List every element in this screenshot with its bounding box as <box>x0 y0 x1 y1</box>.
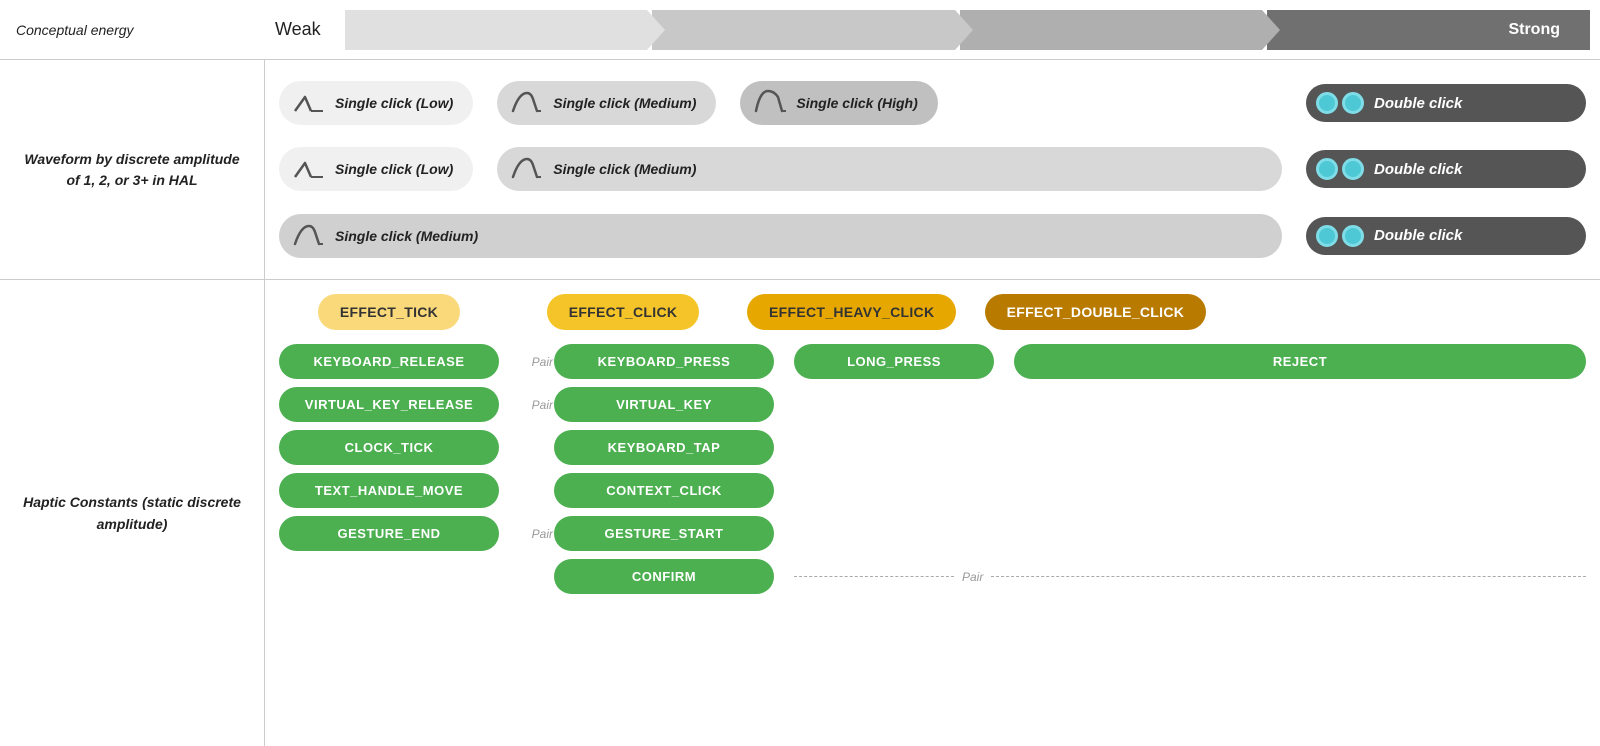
pill-high-1[interactable]: Single click (High) <box>740 81 937 125</box>
dc-dot-2b <box>1342 158 1364 180</box>
effect-row: EFFECT_TICK EFFECT_CLICK EFFECT_HEAVY_CL… <box>279 294 1586 330</box>
effect-click[interactable]: EFFECT_CLICK <box>547 294 700 330</box>
dc-dot-1a <box>1316 92 1338 114</box>
low-icon-1 <box>291 89 327 117</box>
haptic-constants-grid: KEYBOARD_RELEASE Pair VIRTUAL_KEY_RELEAS… <box>279 344 1586 551</box>
left-labels: Waveform by discrete amplitude of 1, 2, … <box>0 60 265 746</box>
weak-label: Weak <box>275 19 321 40</box>
pair-label-3: Pair <box>532 527 553 541</box>
dc-label-3: Double click <box>1374 227 1462 244</box>
gesture-end[interactable]: GESTURE_END <box>279 516 499 551</box>
waveform-label: Waveform by discrete amplitude of 1, 2, … <box>16 149 248 191</box>
energy-label: Conceptual energy <box>16 22 134 38</box>
haptic-label-area: Haptic Constants (static discrete amplit… <box>0 280 264 746</box>
dc-dots-1 <box>1316 92 1364 114</box>
body-container: Waveform by discrete amplitude of 1, 2, … <box>0 60 1600 746</box>
long-press[interactable]: LONG_PRESS <box>794 344 994 379</box>
haptic-col-4: REJECT <box>1014 344 1586 379</box>
high-icon-1 <box>752 89 788 117</box>
dc-pill-2[interactable]: Double click <box>1306 150 1586 188</box>
dashed-line-confirm-2 <box>991 576 1586 577</box>
label-high-1: Single click (High) <box>796 95 917 111</box>
pair-label-2: Pair <box>532 398 553 412</box>
energy-label-col: Conceptual energy <box>0 14 265 46</box>
pair-connector-confirm: Pair <box>794 570 1586 584</box>
gesture-start[interactable]: GESTURE_START <box>554 516 774 551</box>
pill-medium-3[interactable]: Single click (Medium) <box>279 214 1282 258</box>
segment-4: Strong <box>1267 10 1590 50</box>
haptic-col-3: LONG_PRESS <box>794 344 994 379</box>
energy-row: Conceptual energy Weak Strong <box>0 0 1600 60</box>
medium-icon-1 <box>509 89 545 117</box>
confirm-row: CONFIRM Pair <box>554 559 1586 594</box>
segment-1 <box>345 10 648 50</box>
segment-3 <box>960 10 1263 50</box>
dc-pill-1[interactable]: Double click <box>1306 84 1586 122</box>
dc-dot-3b <box>1342 225 1364 247</box>
label-medium-1: Single click (Medium) <box>553 95 696 111</box>
label-low-2: Single click (Low) <box>335 161 453 177</box>
keyboard-release[interactable]: KEYBOARD_RELEASE <box>279 344 499 379</box>
label-low-1: Single click (Low) <box>335 95 453 111</box>
dashed-line-confirm <box>794 576 954 577</box>
strong-label: Strong <box>1508 21 1570 39</box>
haptic-content-area: EFFECT_TICK EFFECT_CLICK EFFECT_HEAVY_CL… <box>265 280 1600 746</box>
dc-pill-3[interactable]: Double click <box>1306 217 1586 255</box>
dc-dots-3 <box>1316 225 1364 247</box>
label-medium-3: Single click (Medium) <box>335 228 478 244</box>
arrow-bar: Strong <box>345 10 1590 50</box>
haptic-col-1: KEYBOARD_RELEASE Pair VIRTUAL_KEY_RELEAS… <box>279 344 499 551</box>
energy-content-col: Weak Strong <box>265 10 1600 50</box>
effect-tick[interactable]: EFFECT_TICK <box>318 294 460 330</box>
haptic-label: Haptic Constants (static discrete amplit… <box>16 491 248 536</box>
confirm[interactable]: CONFIRM <box>554 559 774 594</box>
dc-dots-2 <box>1316 158 1364 180</box>
pill-low-1[interactable]: Single click (Low) <box>279 81 473 125</box>
text-handle-move[interactable]: TEXT_HANDLE_MOVE <box>279 473 499 508</box>
pill-low-2[interactable]: Single click (Low) <box>279 147 473 191</box>
medium-icon-2 <box>509 155 545 183</box>
pair-label-1: Pair <box>532 355 553 369</box>
keyboard-tap[interactable]: KEYBOARD_TAP <box>554 430 774 465</box>
haptic-col-2: KEYBOARD_PRESS VIRTUAL_KEY KEYBOARD_TAP … <box>554 344 774 551</box>
context-click[interactable]: CONTEXT_CLICK <box>554 473 774 508</box>
effect-double-click[interactable]: EFFECT_DOUBLE_CLICK <box>985 294 1207 330</box>
pill-medium-1[interactable]: Single click (Medium) <box>497 81 716 125</box>
dc-dot-3a <box>1316 225 1338 247</box>
dc-label-2: Double click <box>1374 161 1462 178</box>
label-medium-2: Single click (Medium) <box>553 161 696 177</box>
reject[interactable]: REJECT <box>1014 344 1586 379</box>
dc-dot-1b <box>1342 92 1364 114</box>
waveform-label-area: Waveform by discrete amplitude of 1, 2, … <box>0 60 264 280</box>
low-icon-2 <box>291 155 327 183</box>
dc-dot-2a <box>1316 158 1338 180</box>
virtual-key[interactable]: VIRTUAL_KEY <box>554 387 774 422</box>
pill-medium-2[interactable]: Single click (Medium) <box>497 147 1282 191</box>
keyboard-press[interactable]: KEYBOARD_PRESS <box>554 344 774 379</box>
pair-label-confirm: Pair <box>962 570 983 584</box>
waveform-row-3: Single click (Medium) Double click <box>279 214 1586 258</box>
medium-icon-3 <box>291 222 327 250</box>
waveform-area: Single click (Low) Single click (Medium) <box>265 60 1600 280</box>
waveform-row-2: Single click (Low) Single click (Medium) <box>279 147 1586 191</box>
waveform-row-1: Single click (Low) Single click (Medium) <box>279 81 1586 125</box>
clock-tick[interactable]: CLOCK_TICK <box>279 430 499 465</box>
main-container: Conceptual energy Weak Strong Waveform b… <box>0 0 1600 746</box>
virtual-key-release[interactable]: VIRTUAL_KEY_RELEASE <box>279 387 499 422</box>
segment-2 <box>652 10 955 50</box>
effect-heavy-click[interactable]: EFFECT_HEAVY_CLICK <box>747 294 956 330</box>
right-content: Single click (Low) Single click (Medium) <box>265 60 1600 746</box>
dc-label-1: Double click <box>1374 95 1462 112</box>
